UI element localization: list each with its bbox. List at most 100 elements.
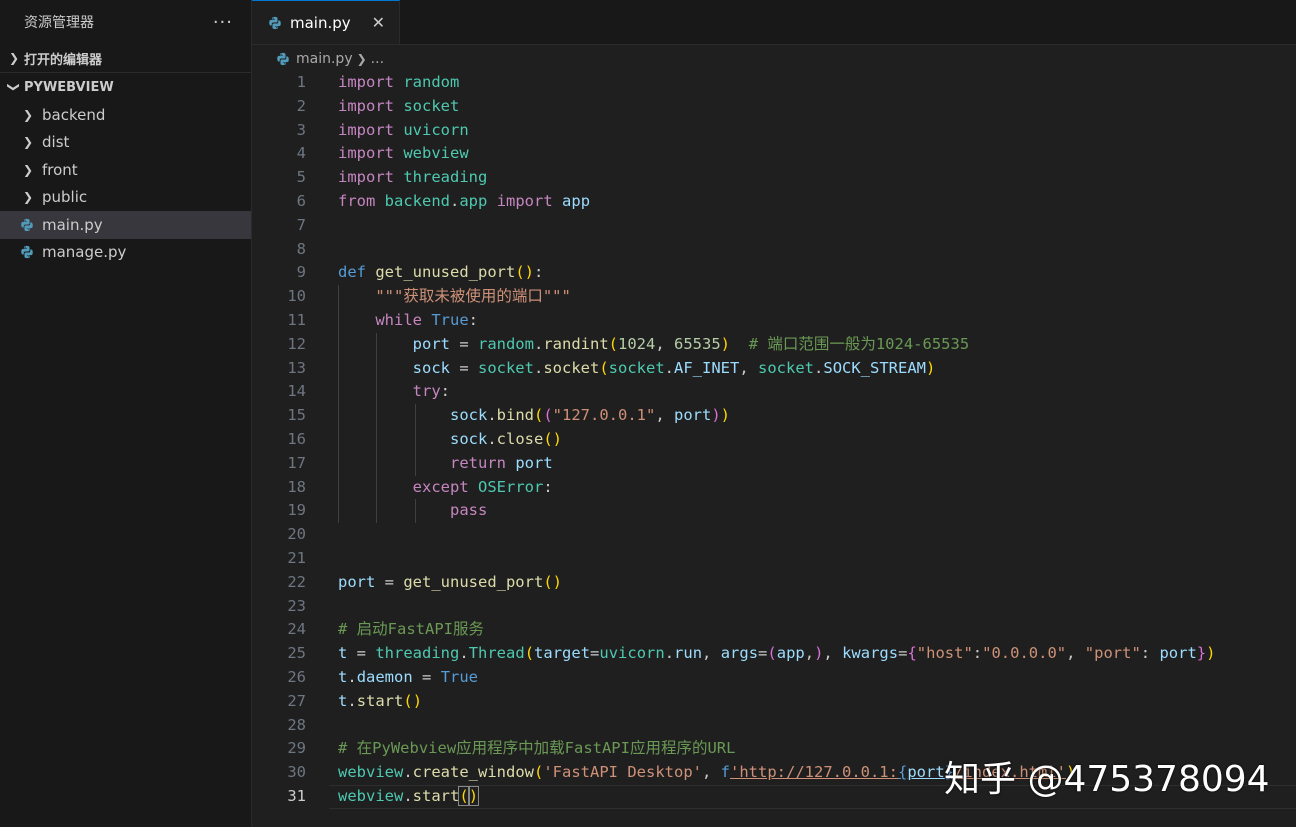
code-line: 8: [252, 238, 1296, 262]
code-line: 6 from backend.app import app: [252, 190, 1296, 214]
project-section[interactable]: ❯ PYWEBVIEW: [0, 72, 251, 101]
line-number: 25: [287, 644, 306, 663]
open-editors-section[interactable]: ❯ 打开的编辑器: [0, 44, 251, 72]
line-number: 15: [287, 406, 306, 425]
code-text: while True:: [375, 310, 479, 329]
python-file-icon: [277, 52, 289, 66]
breadcrumb-file[interactable]: main.py: [296, 51, 353, 67]
code-line: 24 # 启动FastAPI服务: [252, 618, 1296, 642]
tree-item-label: dist: [42, 133, 70, 152]
code-text: port = get_unused_port(): [338, 572, 562, 591]
line-number: 8: [296, 239, 306, 258]
chevron-right-icon: ❯: [22, 107, 34, 122]
code-line: 26 t.daemon = True: [252, 666, 1296, 690]
line-number: 28: [287, 715, 306, 734]
line-number: 24: [287, 620, 306, 639]
tree-item-label: public: [42, 188, 88, 207]
code-text: # 启动FastAPI服务: [338, 620, 484, 639]
code-line: 12 port = random.randint(1024, 65535) # …: [252, 332, 1296, 357]
line-number: 18: [287, 477, 306, 496]
code-text: import socket: [338, 96, 460, 115]
line-number: 19: [287, 501, 306, 520]
more-actions-icon[interactable]: ···: [213, 12, 233, 33]
python-file-icon: [21, 218, 33, 231]
code-text: """获取未被使用的端口""": [375, 287, 571, 306]
code-line: 1 import random: [252, 71, 1296, 95]
tree-item-main-py[interactable]: main.py: [0, 211, 251, 239]
code-text: import threading: [338, 168, 488, 187]
code-text: from backend.app import app: [338, 191, 591, 210]
tree-item-label: manage.py: [42, 243, 127, 262]
code-line: 3 import uvicorn: [252, 119, 1296, 143]
line-number: 10: [287, 287, 306, 306]
project-label: PYWEBVIEW: [24, 79, 114, 95]
code-line: 14 try:: [252, 380, 1296, 405]
line-number: 11: [287, 310, 306, 329]
code-text: import random: [338, 73, 460, 91]
code-text: webview.start(): [338, 785, 480, 806]
chevron-right-icon: ❯: [22, 190, 34, 205]
close-icon[interactable]: ✕: [372, 13, 385, 32]
tab-main-py[interactable]: main.py ✕: [252, 0, 400, 44]
tree-item-front[interactable]: ❯ front: [0, 156, 251, 184]
line-number: 26: [287, 667, 306, 686]
code-line: 10 """获取未被使用的端口""": [252, 285, 1296, 309]
chevron-right-icon: ❯: [8, 51, 20, 65]
code-text: pass: [449, 501, 488, 520]
code-text: except OSError:: [412, 477, 553, 496]
line-number: 7: [296, 215, 306, 234]
tree-item-label: backend: [42, 105, 106, 124]
line-number: 31: [287, 786, 306, 805]
code-line: 5 import threading: [252, 166, 1296, 190]
chevron-right-icon: ❯: [22, 135, 34, 150]
line-number: 13: [287, 358, 306, 377]
code-text: # 在PyWebview应用程序中加载FastAPI应用程序的URL: [338, 739, 736, 758]
line-number: 23: [287, 596, 306, 615]
code-line: 20: [252, 523, 1296, 547]
code-line: 15 sock.bind(("127.0.0.1", port)): [252, 404, 1296, 428]
code-line: 2 import socket: [252, 95, 1296, 119]
tree-item-public[interactable]: ❯ public: [0, 184, 251, 212]
code-line: 28: [252, 714, 1296, 738]
tree-item-manage-py[interactable]: manage.py: [0, 239, 251, 267]
code-text: import uvicorn: [338, 120, 469, 139]
code-text: sock = socket.socket(socket.AF_INET, soc…: [412, 358, 936, 377]
vscode-window: 资源管理器 ··· ❯ 打开的编辑器 ❯ PYWEBVIEW ❯ backend…: [0, 0, 1296, 827]
line-number: 1: [296, 73, 306, 91]
code-text: t.start(): [338, 691, 423, 710]
chevron-down-icon: ❯: [7, 81, 21, 93]
line-number: 9: [296, 263, 306, 282]
tree-item-backend[interactable]: ❯ backend: [0, 101, 251, 129]
watermark-text: 知乎 @475378094: [944, 759, 1270, 800]
code-text: sock.close(): [449, 429, 562, 448]
tab-label: main.py: [290, 13, 351, 32]
code-line: 9 def get_unused_port():: [252, 261, 1296, 285]
code-line: 18 except OSError:: [252, 475, 1296, 500]
code-editor[interactable]: 1 import random 2 import socket 3 import uv…: [252, 71, 1296, 809]
tree-item-dist[interactable]: ❯ dist: [0, 129, 251, 157]
open-editors-label: 打开的编辑器: [24, 52, 103, 68]
line-number: 14: [287, 382, 306, 401]
breadcrumb-rest[interactable]: ...: [371, 51, 384, 67]
code-text: import webview: [338, 144, 469, 163]
explorer-title: 资源管理器: [24, 15, 94, 31]
explorer-sidebar: 资源管理器 ··· ❯ 打开的编辑器 ❯ PYWEBVIEW ❯ backend…: [0, 0, 252, 827]
line-number: 2: [296, 96, 306, 115]
code-line: 17 return port: [252, 451, 1296, 476]
line-number: 27: [287, 691, 306, 710]
code-line: 23: [252, 595, 1296, 619]
python-file-icon: [269, 16, 281, 29]
chevron-right-icon: ❯: [356, 52, 367, 66]
chevron-right-icon: ❯: [22, 162, 34, 177]
line-number: 5: [296, 168, 306, 187]
code-text: return port: [449, 453, 553, 472]
tree-item-label: main.py: [42, 215, 103, 234]
line-number: 6: [296, 191, 306, 210]
tree-item-label: front: [42, 160, 78, 179]
line-number: 16: [287, 429, 306, 448]
code-line: 21: [252, 547, 1296, 571]
code-line: 7: [252, 214, 1296, 238]
explorer-header: 资源管理器 ···: [0, 0, 251, 44]
code-line: 25 t = threading.Thread(target=uvicorn.ru…: [252, 642, 1296, 666]
code-line: 13 sock = socket.socket(socket.AF_INET, …: [252, 356, 1296, 381]
